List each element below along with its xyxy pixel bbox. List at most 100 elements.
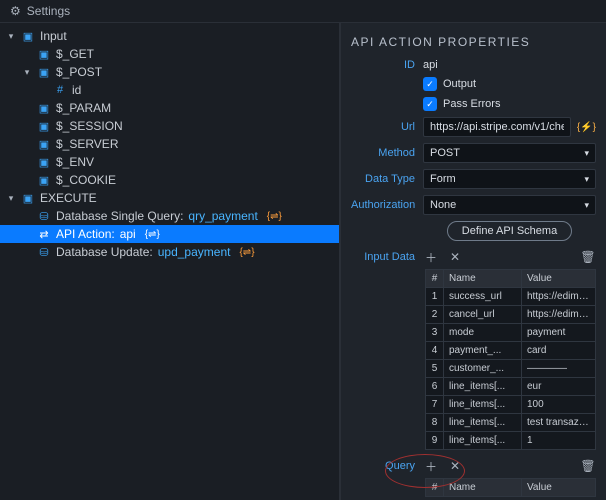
table-row[interactable]: 6line_items[...eur [426,378,595,396]
table-row[interactable]: 4payment_...card [426,342,595,360]
table-header: # Name Value [426,270,595,288]
cell-idx: 8 [426,414,444,431]
variable-icon: ▣ [37,120,51,133]
input-data-table: # Name Value 1success_urlhttps://edimap.… [425,269,596,450]
remove-button[interactable]: ✕ [447,249,463,265]
label: EXECUTE [40,191,97,205]
settings-header: ⚙ Settings [0,0,606,23]
tree-sidebar: ▾ ▣ Input ▣ $_GET ▾ ▣ $_POST # id ▣ $_PA… [0,23,340,500]
tree-param[interactable]: ▣ $_PARAM [0,99,339,117]
cell-name: line_items[... [444,378,522,395]
tree-input[interactable]: ▾ ▣ Input [0,27,339,45]
cell-value: card [522,342,595,359]
table-row[interactable]: 2cancel_urlhttps://edimap.it/s... [426,306,595,324]
hash-icon: # [53,84,67,96]
method-select[interactable]: POST ▾ [423,143,596,163]
database-icon: ⛁ [37,210,51,223]
variable-icon: ▣ [37,102,51,115]
tree-cookie[interactable]: ▣ $_COOKIE [0,171,339,189]
chevron-down-icon: ▾ [6,31,16,42]
trash-icon[interactable]: 🗑 [580,249,596,265]
method-label: Method [351,147,415,159]
table-row[interactable]: 5customer_...———— [426,360,595,378]
label: $_ENV [56,155,94,169]
cell-idx: 2 [426,306,444,323]
table-header: # Name Value [426,479,595,496]
col-name: Name [444,479,522,496]
col-value: Value [522,479,595,496]
chevron-down-icon: ▾ [584,174,589,185]
label: $_GET [56,47,94,61]
lightning-icon[interactable]: {⚡} [577,122,596,133]
tree-get[interactable]: ▣ $_GET [0,45,339,63]
output-label: Output [443,78,476,90]
table-row[interactable]: 8line_items[...test transazione [426,414,595,432]
label: id [72,83,81,97]
auth-label: Authorization [351,199,415,211]
databind-icon: {⇌} [239,247,254,258]
cell-idx: 3 [426,324,444,341]
label: $_POST [56,65,102,79]
tree-exec-item-0[interactable]: ⛁ Database Single Query: qry_payment {⇌} [0,207,339,225]
cell-value: ———— [522,360,595,377]
tree-env[interactable]: ▣ $_ENV [0,153,339,171]
tree-post[interactable]: ▾ ▣ $_POST [0,63,339,81]
cell-name: mode [444,324,522,341]
label: Database Update: [56,245,153,259]
label: Input [40,29,67,43]
variable-icon: ▣ [37,174,51,187]
auth-select[interactable]: None ▾ [423,195,596,215]
add-button[interactable]: ＋ [423,249,439,265]
cell-idx: 5 [426,360,444,377]
col-name: Name [444,270,522,287]
table-row[interactable]: 3modepayment [426,324,595,342]
datatype-label: Data Type [351,173,415,185]
url-input[interactable] [423,117,571,137]
output-checkbox[interactable]: ✓ [423,77,437,91]
database-icon: ⛁ [37,246,51,259]
tree-execute[interactable]: ▾ ▣ EXECUTE [0,189,339,207]
label: $_PARAM [56,101,111,115]
variable-icon: ▣ [37,138,51,151]
table-row[interactable]: 7line_items[...100 [426,396,595,414]
col-idx: # [426,479,444,496]
cell-idx: 7 [426,396,444,413]
cell-name: line_items[... [444,414,522,431]
cell-name: customer_... [444,360,522,377]
cell-name: line_items[... [444,432,522,449]
define-schema-button[interactable]: Define API Schema [447,221,572,241]
cell-idx: 9 [426,432,444,449]
databind-icon: {⇌} [145,229,160,240]
table-row[interactable]: 1success_urlhttps://edimap.it/s... [426,288,595,306]
cell-name: success_url [444,288,522,305]
datatype-select[interactable]: Form ▾ [423,169,596,189]
variable-icon: ▣ [37,156,51,169]
tree-post-id[interactable]: # id [0,81,339,99]
add-button[interactable]: ＋ [423,458,439,474]
cell-value: 100 [522,396,595,413]
cell-idx: 4 [426,342,444,359]
query-table: # Name Value [425,478,596,497]
folder-icon: ▣ [21,30,35,43]
chevron-down-icon: ▾ [6,193,16,204]
trash-icon[interactable]: 🗑 [580,458,596,474]
gear-icon: ⚙ [10,4,21,18]
id-label: ID [351,59,415,71]
tree-server[interactable]: ▣ $_SERVER [0,135,339,153]
cell-name: cancel_url [444,306,522,323]
cell-value: payment [522,324,595,341]
id-value: api [423,59,438,71]
remove-button[interactable]: ✕ [447,458,463,474]
cell-name: line_items[... [444,396,522,413]
tree-exec-item-1[interactable]: ⇄ API Action: api {⇌} [0,225,339,243]
cell-idx: 6 [426,378,444,395]
auth-value: None [430,199,456,211]
tree-session[interactable]: ▣ $_SESSION [0,117,339,135]
passerrors-checkbox[interactable]: ✓ [423,97,437,111]
table-row[interactable]: 9line_items[...1 [426,432,595,449]
databind-icon: {⇌} [267,211,282,222]
tree-exec-item-2[interactable]: ⛁ Database Update: upd_payment {⇌} [0,243,339,261]
properties-panel: API ACTION PROPERTIES ID api ✓ Output ✓ … [340,23,606,500]
settings-label: Settings [27,4,70,18]
label: $_SERVER [56,137,118,151]
